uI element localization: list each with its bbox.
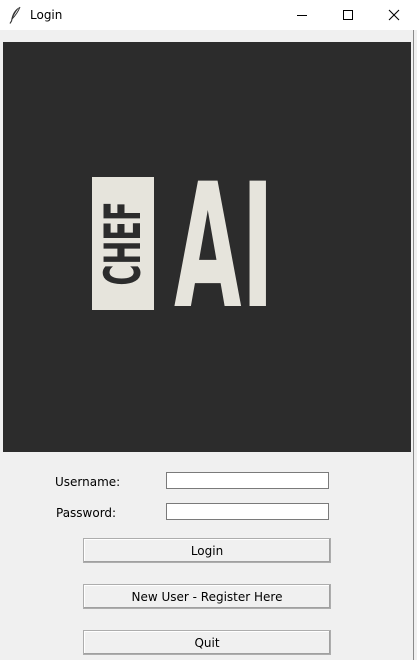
quit-button[interactable]: Quit xyxy=(83,630,331,655)
minimize-button[interactable] xyxy=(279,0,325,30)
window-title: Login xyxy=(30,8,63,22)
maximize-icon xyxy=(343,10,353,20)
chef-ai-logo: CHEF AI xyxy=(3,42,411,452)
window-border xyxy=(413,30,414,660)
username-input[interactable] xyxy=(166,472,329,489)
register-button[interactable]: New User - Register Here xyxy=(83,584,331,609)
feather-icon xyxy=(8,6,22,24)
logo-chef-text: CHEF xyxy=(94,202,152,286)
title-bar: Login xyxy=(0,0,417,30)
minimize-icon xyxy=(297,15,307,16)
password-input[interactable] xyxy=(166,503,329,520)
password-label: Password: xyxy=(56,506,117,520)
close-icon xyxy=(388,9,400,21)
username-label: Username: xyxy=(55,475,121,489)
close-button[interactable] xyxy=(371,0,417,30)
maximize-button[interactable] xyxy=(325,0,371,30)
login-button[interactable]: Login xyxy=(83,538,331,563)
logo-ai-text: AI xyxy=(174,146,274,347)
